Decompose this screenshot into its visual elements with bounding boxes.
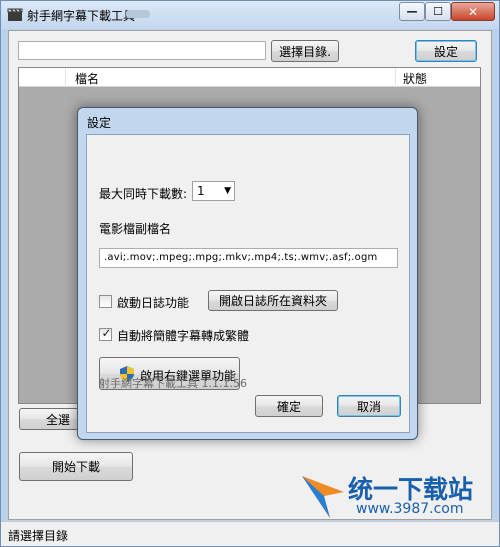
dialog-title: 設定	[87, 116, 112, 130]
settings-button[interactable]: 設定	[415, 40, 477, 62]
maximize-icon: ☐	[433, 5, 443, 18]
column-header-status[interactable]: 狀態	[403, 70, 427, 87]
max-downloads-select[interactable]: 1 ▼	[192, 181, 235, 201]
dropdown-arrow-icon: ▼	[224, 186, 231, 196]
close-icon: ✕	[467, 4, 479, 19]
directory-path-input[interactable]	[18, 41, 266, 60]
version-text: 射手網字幕下載工具 1.1.1.56	[99, 377, 247, 390]
convert-traditional-label[interactable]: 自動將簡體字幕轉成繁體	[117, 327, 249, 344]
watermark-url: www.3987.com	[356, 501, 464, 517]
title-bar[interactable]: 射手網字幕下載工具 — ☐ ✕	[1, 1, 499, 29]
window-title: 射手網字幕下載工具	[27, 9, 136, 23]
ok-button[interactable]: 確定	[255, 395, 323, 417]
minimize-button[interactable]: —	[399, 2, 425, 21]
watermark: 统一下载站 www.3987.com	[300, 470, 500, 526]
max-downloads-value: 1	[197, 184, 205, 198]
open-log-folder-button[interactable]: 開啟日誌所在資料夾	[208, 290, 338, 311]
movie-extensions-label: 電影檔副檔名	[99, 222, 172, 236]
watermark-logo-icon	[302, 476, 344, 518]
close-button[interactable]: ✕	[451, 2, 495, 21]
cancel-button[interactable]: 取消	[337, 395, 401, 417]
enable-log-checkbox[interactable]	[99, 295, 112, 308]
convert-traditional-checkbox[interactable]: ✓	[99, 326, 112, 341]
clapperboard-icon	[7, 8, 23, 21]
column-separator[interactable]	[395, 68, 396, 87]
start-download-button[interactable]: 開始下載	[19, 452, 133, 481]
dialog-client-area: 最大同時下載數: 1 ▼ 電影檔副檔名 .avi;.mov;.mpeg;.mpg…	[86, 134, 410, 433]
checkmark-icon: ✓	[101, 326, 112, 340]
column-header-filename[interactable]: 檔名	[75, 70, 99, 87]
max-downloads-label: 最大同時下載數:	[99, 187, 188, 201]
settings-dialog: 設定 最大同時下載數: 1 ▼ 電影檔副檔名 .avi;.mov;.mpeg;.…	[77, 107, 418, 440]
enable-log-label[interactable]: 啟動日誌功能	[117, 294, 189, 311]
maximize-button[interactable]: ☐	[425, 2, 451, 21]
title-suffix-blur	[126, 10, 150, 18]
status-text: 請選擇目錄	[8, 529, 69, 543]
minimize-icon: —	[406, 5, 418, 18]
movie-extensions-input[interactable]: .avi;.mov;.mpeg;.mpg;.mkv;.mp4;.ts;.wmv;…	[99, 248, 398, 268]
browse-directory-button[interactable]: 選擇目錄.	[271, 40, 339, 62]
file-list-header: 檔名 狀態	[19, 68, 480, 87]
movie-extensions-value: .avi;.mov;.mpeg;.mpg;.mkv;.mp4;.ts;.wmv;…	[104, 252, 378, 263]
column-separator[interactable]	[65, 68, 66, 87]
